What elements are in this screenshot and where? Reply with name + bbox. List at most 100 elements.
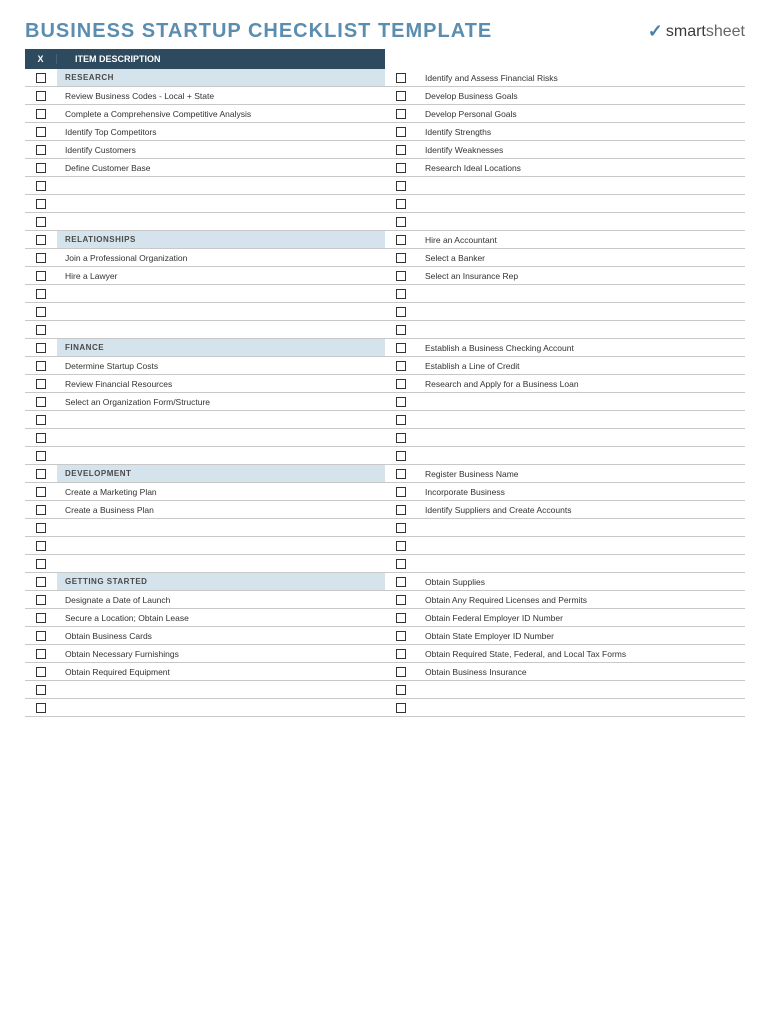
item-label: [57, 321, 385, 338]
checkbox[interactable]: [396, 235, 406, 245]
checkbox[interactable]: [36, 487, 46, 497]
checkbox[interactable]: [36, 325, 46, 335]
checkbox[interactable]: [396, 703, 406, 713]
checkbox[interactable]: [396, 523, 406, 533]
checkbox[interactable]: [36, 343, 46, 353]
checkbox[interactable]: [36, 289, 46, 299]
checkbox[interactable]: [396, 595, 406, 605]
checkbox[interactable]: [396, 127, 406, 137]
checkbox[interactable]: [396, 631, 406, 641]
checkbox[interactable]: [396, 541, 406, 551]
item-label: [57, 285, 385, 302]
item-label: [417, 195, 745, 212]
page-title: BUSINESS STARTUP CHECKLIST TEMPLATE: [25, 20, 492, 43]
item-label: Select a Banker: [417, 249, 745, 266]
header-bar: BUSINESS STARTUP CHECKLIST TEMPLATE ✓ sm…: [25, 20, 745, 43]
checkbox[interactable]: [396, 487, 406, 497]
checkbox[interactable]: [396, 685, 406, 695]
checkbox-cell: [385, 537, 417, 554]
checklist-row: Obtain Federal Employer ID Number: [385, 609, 745, 627]
checkbox[interactable]: [396, 559, 406, 569]
checkbox[interactable]: [36, 703, 46, 713]
checkbox[interactable]: [36, 523, 46, 533]
checkbox-cell: [385, 339, 417, 356]
checkbox[interactable]: [36, 505, 46, 515]
checkbox[interactable]: [36, 73, 46, 83]
checkbox-cell: [385, 681, 417, 698]
checkbox[interactable]: [36, 469, 46, 479]
checkbox[interactable]: [396, 109, 406, 119]
checkbox[interactable]: [36, 127, 46, 137]
brand-sheet: sheet: [706, 23, 745, 40]
checkbox[interactable]: [396, 667, 406, 677]
checkbox[interactable]: [396, 307, 406, 317]
item-label: Identify Weaknesses: [417, 141, 745, 158]
checkbox[interactable]: [396, 397, 406, 407]
checkbox[interactable]: [396, 253, 406, 263]
checkbox[interactable]: [36, 181, 46, 191]
checkbox[interactable]: [36, 109, 46, 119]
checkbox[interactable]: [396, 433, 406, 443]
checkbox[interactable]: [396, 505, 406, 515]
checklist-row: Obtain Required Equipment: [25, 663, 385, 681]
item-label: Obtain Any Required Licenses and Permits: [417, 591, 745, 608]
checkbox[interactable]: [36, 397, 46, 407]
checkbox-cell: [385, 321, 417, 338]
section-label: DEVELOPMENT: [57, 465, 385, 482]
checkbox[interactable]: [396, 649, 406, 659]
checkbox[interactable]: [396, 577, 406, 587]
checklist-row: [25, 429, 385, 447]
checkbox[interactable]: [36, 667, 46, 677]
checkbox[interactable]: [396, 325, 406, 335]
checkbox[interactable]: [396, 91, 406, 101]
checkbox[interactable]: [396, 613, 406, 623]
checkbox[interactable]: [36, 235, 46, 245]
section-row: RESEARCH: [25, 69, 385, 87]
checkbox[interactable]: [396, 145, 406, 155]
checkbox[interactable]: [396, 415, 406, 425]
checkbox[interactable]: [396, 217, 406, 227]
checkbox-cell: [385, 501, 417, 518]
checkbox[interactable]: [396, 469, 406, 479]
checkbox[interactable]: [36, 577, 46, 587]
checkbox[interactable]: [36, 415, 46, 425]
checklist-row: Register Business Name: [385, 465, 745, 483]
checkbox[interactable]: [36, 595, 46, 605]
checkbox[interactable]: [36, 451, 46, 461]
checkbox[interactable]: [36, 559, 46, 569]
checkbox[interactable]: [36, 199, 46, 209]
checkbox[interactable]: [36, 217, 46, 227]
checkbox[interactable]: [396, 451, 406, 461]
checkbox[interactable]: [36, 541, 46, 551]
item-label: Review Business Codes - Local + State: [57, 87, 385, 104]
checkbox[interactable]: [36, 253, 46, 263]
checkbox[interactable]: [36, 145, 46, 155]
checkbox[interactable]: [396, 289, 406, 299]
checkbox[interactable]: [396, 163, 406, 173]
checkbox[interactable]: [36, 685, 46, 695]
checkbox[interactable]: [396, 343, 406, 353]
checkbox-cell: [25, 393, 57, 410]
checkbox[interactable]: [396, 181, 406, 191]
checkbox[interactable]: [396, 361, 406, 371]
checkbox[interactable]: [396, 199, 406, 209]
checkbox-cell: [25, 483, 57, 500]
checkbox[interactable]: [36, 649, 46, 659]
checkbox-cell: [385, 429, 417, 446]
checkbox[interactable]: [36, 361, 46, 371]
checkbox[interactable]: [396, 271, 406, 281]
checklist-row: [25, 555, 385, 573]
checkbox[interactable]: [36, 433, 46, 443]
checkbox[interactable]: [36, 613, 46, 623]
item-label: [57, 447, 385, 464]
checkbox[interactable]: [36, 271, 46, 281]
checkbox[interactable]: [396, 73, 406, 83]
checkbox[interactable]: [36, 379, 46, 389]
checkbox[interactable]: [36, 163, 46, 173]
checkbox[interactable]: [36, 91, 46, 101]
checkbox[interactable]: [36, 307, 46, 317]
checkbox[interactable]: [396, 379, 406, 389]
checklist-row: Identify Suppliers and Create Accounts: [385, 501, 745, 519]
checkbox-cell: [385, 249, 417, 266]
checkbox[interactable]: [36, 631, 46, 641]
